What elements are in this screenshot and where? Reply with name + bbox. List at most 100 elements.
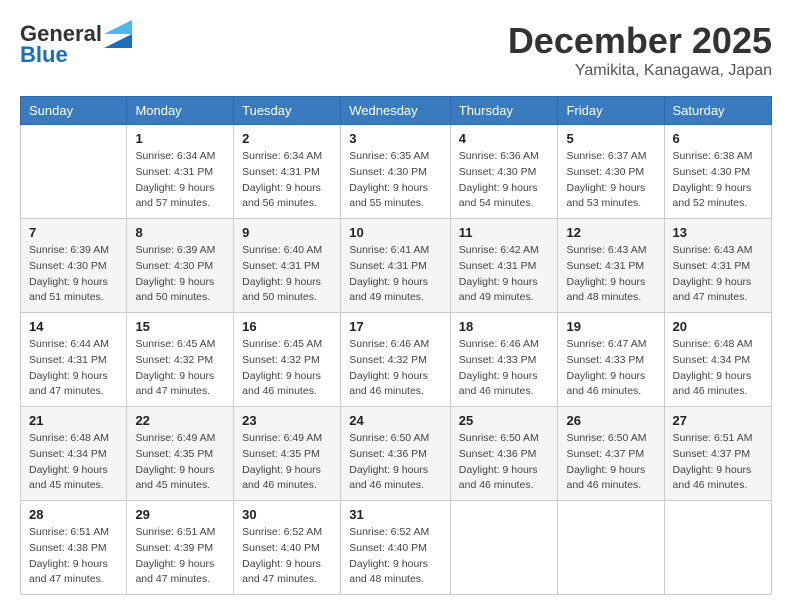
day-number: 11 (459, 225, 550, 240)
day-info: Sunrise: 6:50 AM Sunset: 4:36 PM Dayligh… (349, 431, 442, 494)
title-block: December 2025 Yamikita, Kanagawa, Japan (508, 20, 772, 80)
calendar-cell: 7Sunrise: 6:39 AM Sunset: 4:30 PM Daylig… (21, 219, 127, 313)
calendar-cell: 15Sunrise: 6:45 AM Sunset: 4:32 PM Dayli… (127, 313, 234, 407)
calendar-cell: 8Sunrise: 6:39 AM Sunset: 4:30 PM Daylig… (127, 219, 234, 313)
calendar-cell: 22 Sunrise: 6:49 AM Sunset: 4:35 PM Dayli… (127, 407, 234, 501)
calendar-cell: 28 Sunrise: 6:51 AM Sunset: 4:38 PM Dayli… (21, 501, 127, 595)
day-info: Sunrise: 6:52 AM Sunset: 4:40 PM Dayligh… (242, 525, 332, 588)
day-info: Sunrise: 6:34 AM Sunset: 4:31 PM Dayligh… (242, 149, 332, 212)
day-number: 9 (242, 225, 332, 240)
calendar-cell: 12 Sunrise: 6:43 AM Sunset: 4:31 PM Dayli… (558, 219, 664, 313)
day-number: 27 (673, 413, 763, 428)
month-title: December 2025 (508, 20, 772, 62)
calendar-cell: 19Sunrise: 6:47 AM Sunset: 4:33 PM Dayli… (558, 313, 664, 407)
day-info: Sunrise: 6:35 AM Sunset: 4:30 PM Dayligh… (349, 149, 442, 212)
calendar-cell: 14Sunrise: 6:44 AM Sunset: 4:31 PM Dayli… (21, 313, 127, 407)
day-info: Sunrise: 6:52 AM Sunset: 4:40 PM Dayligh… (349, 525, 442, 588)
day-info: Sunrise: 6:39 AM Sunset: 4:30 PM Dayligh… (29, 243, 118, 306)
day-info: Sunrise: 6:45 AM Sunset: 4:32 PM Dayligh… (242, 337, 332, 400)
day-number: 24 (349, 413, 442, 428)
calendar-header-monday: Monday (127, 97, 234, 125)
day-number: 26 (566, 413, 655, 428)
logo: General Blue (20, 20, 132, 68)
calendar-body: 1 Sunrise: 6:34 AM Sunset: 4:31 PM Daylig… (21, 125, 772, 595)
day-info: Sunrise: 6:51 AM Sunset: 4:39 PM Dayligh… (135, 525, 225, 588)
day-number: 10 (349, 225, 442, 240)
day-info: Sunrise: 6:42 AM Sunset: 4:31 PM Dayligh… (459, 243, 550, 306)
calendar-cell: 1Sunrise: 6:34 AM Sunset: 4:31 PM Daylig… (127, 125, 234, 219)
day-number: 12 (566, 225, 655, 240)
day-number: 2 (242, 131, 332, 146)
calendar-header-saturday: Saturday (664, 97, 771, 125)
day-info: Sunrise: 6:46 AM Sunset: 4:33 PM Dayligh… (459, 337, 550, 400)
day-number: 3 (349, 131, 442, 146)
day-info: Sunrise: 6:51 AM Sunset: 4:38 PM Dayligh… (29, 525, 118, 588)
logo-icon (104, 20, 132, 48)
day-number: 6 (673, 131, 763, 146)
day-number: 18 (459, 319, 550, 334)
day-number: 16 (242, 319, 332, 334)
day-number: 19 (566, 319, 655, 334)
day-number: 17 (349, 319, 442, 334)
day-number: 8 (135, 225, 225, 240)
day-number: 23 (242, 413, 332, 428)
day-info: Sunrise: 6:40 AM Sunset: 4:31 PM Dayligh… (242, 243, 332, 306)
day-info: Sunrise: 6:48 AM Sunset: 4:34 PM Dayligh… (29, 431, 118, 494)
calendar-cell: 23 Sunrise: 6:49 AM Sunset: 4:35 PM Dayli… (234, 407, 341, 501)
day-number: 25 (459, 413, 550, 428)
day-number: 22 (135, 413, 225, 428)
calendar-header-row: SundayMondayTuesdayWednesdayThursdayFrid… (21, 97, 772, 125)
day-info: Sunrise: 6:43 AM Sunset: 4:31 PM Dayligh… (566, 243, 655, 306)
day-info: Sunrise: 6:38 AM Sunset: 4:30 PM Dayligh… (673, 149, 763, 212)
calendar-table: SundayMondayTuesdayWednesdayThursdayFrid… (20, 96, 772, 595)
calendar-cell: 25 Sunrise: 6:50 AM Sunset: 4:36 PM Dayli… (450, 407, 558, 501)
calendar-header-tuesday: Tuesday (234, 97, 341, 125)
day-number: 5 (566, 131, 655, 146)
logo-blue-text: Blue (20, 42, 68, 68)
calendar-cell: 4 Sunrise: 6:36 AM Sunset: 4:30 PM Daylig… (450, 125, 558, 219)
calendar-cell: 9 Sunrise: 6:40 AM Sunset: 4:31 PM Daylig… (234, 219, 341, 313)
day-number: 31 (349, 507, 442, 522)
day-info: Sunrise: 6:48 AM Sunset: 4:34 PM Dayligh… (673, 337, 763, 400)
calendar-cell: 2 Sunrise: 6:34 AM Sunset: 4:31 PM Daylig… (234, 125, 341, 219)
day-number: 29 (135, 507, 225, 522)
day-info: Sunrise: 6:37 AM Sunset: 4:30 PM Dayligh… (566, 149, 655, 212)
page-header: General Blue December 2025 Yamikita, Kan… (20, 20, 772, 80)
calendar-cell: 17 Sunrise: 6:46 AM Sunset: 4:32 PM Dayli… (341, 313, 451, 407)
day-info: Sunrise: 6:36 AM Sunset: 4:30 PM Dayligh… (459, 149, 550, 212)
calendar-header-wednesday: Wednesday (341, 97, 451, 125)
calendar-cell: 10Sunrise: 6:41 AM Sunset: 4:31 PM Dayli… (341, 219, 451, 313)
location-title: Yamikita, Kanagawa, Japan (508, 62, 772, 80)
calendar-cell (21, 125, 127, 219)
calendar-cell: 31 Sunrise: 6:52 AM Sunset: 4:40 PM Dayli… (341, 501, 451, 595)
calendar-header-friday: Friday (558, 97, 664, 125)
calendar-row-2: 14Sunrise: 6:44 AM Sunset: 4:31 PM Dayli… (21, 313, 772, 407)
day-number: 15 (135, 319, 225, 334)
day-info: Sunrise: 6:49 AM Sunset: 4:35 PM Dayligh… (135, 431, 225, 494)
calendar-row-1: 7Sunrise: 6:39 AM Sunset: 4:30 PM Daylig… (21, 219, 772, 313)
calendar-cell: 5 Sunrise: 6:37 AM Sunset: 4:30 PM Daylig… (558, 125, 664, 219)
day-info: Sunrise: 6:50 AM Sunset: 4:36 PM Dayligh… (459, 431, 550, 494)
calendar-cell: 24 Sunrise: 6:50 AM Sunset: 4:36 PM Dayli… (341, 407, 451, 501)
day-info: Sunrise: 6:49 AM Sunset: 4:35 PM Dayligh… (242, 431, 332, 494)
calendar-cell (558, 501, 664, 595)
calendar-cell: 20 Sunrise: 6:48 AM Sunset: 4:34 PM Dayli… (664, 313, 771, 407)
calendar-cell: 13Sunrise: 6:43 AM Sunset: 4:31 PM Dayli… (664, 219, 771, 313)
day-number: 28 (29, 507, 118, 522)
calendar-row-3: 21 Sunrise: 6:48 AM Sunset: 4:34 PM Dayli… (21, 407, 772, 501)
calendar-cell: 27 Sunrise: 6:51 AM Sunset: 4:37 PM Dayli… (664, 407, 771, 501)
day-number: 21 (29, 413, 118, 428)
calendar-cell: 11 Sunrise: 6:42 AM Sunset: 4:31 PM Dayli… (450, 219, 558, 313)
calendar-cell: 6 Sunrise: 6:38 AM Sunset: 4:30 PM Daylig… (664, 125, 771, 219)
day-number: 1 (135, 131, 225, 146)
day-number: 13 (673, 225, 763, 240)
calendar-header-thursday: Thursday (450, 97, 558, 125)
calendar-cell: 26 Sunrise: 6:50 AM Sunset: 4:37 PM Dayli… (558, 407, 664, 501)
calendar-row-0: 1 Sunrise: 6:34 AM Sunset: 4:31 PM Daylig… (21, 125, 772, 219)
day-info: Sunrise: 6:46 AM Sunset: 4:32 PM Dayligh… (349, 337, 442, 400)
day-number: 20 (673, 319, 763, 334)
day-number: 4 (459, 131, 550, 146)
calendar-cell (450, 501, 558, 595)
day-info: Sunrise: 6:51 AM Sunset: 4:37 PM Dayligh… (673, 431, 763, 494)
day-info: Sunrise: 6:50 AM Sunset: 4:37 PM Dayligh… (566, 431, 655, 494)
